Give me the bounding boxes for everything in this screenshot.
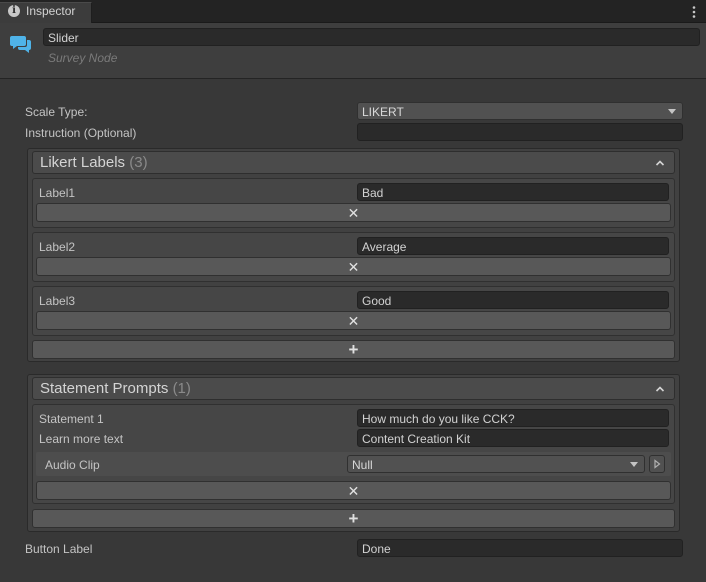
close-icon: ✕ — [347, 312, 360, 329]
node-type-subtitle: Survey Node — [48, 51, 118, 65]
likert-labels-count: (3) — [129, 154, 148, 171]
statement-prompts-title: Statement Prompts (1) — [40, 380, 191, 397]
more-options-icon[interactable] — [690, 5, 698, 19]
learn-more-field[interactable]: Content Creation Kit — [357, 429, 669, 447]
statement-label: Statement 1 — [39, 412, 104, 426]
likert-item-label: Label2 — [39, 240, 76, 254]
play-audio-button[interactable] — [649, 455, 665, 473]
close-icon: ✕ — [347, 482, 360, 499]
likert-labels-title: Likert Labels (3) — [40, 154, 148, 171]
scale-type-dropdown[interactable]: LIKERT — [357, 102, 683, 120]
audio-clip-value: Null — [352, 458, 373, 472]
scale-type-value: LIKERT — [362, 105, 404, 119]
remove-label-button[interactable]: ✕ — [36, 257, 671, 276]
remove-label-button[interactable]: ✕ — [36, 203, 671, 222]
chevron-down-icon — [668, 109, 676, 114]
audio-clip-field[interactable]: Null — [347, 455, 645, 473]
add-statement-button[interactable]: + — [32, 509, 675, 528]
audio-clip-label: Audio Clip — [45, 458, 100, 472]
tab-bar — [0, 0, 706, 23]
node-name-field[interactable]: Slider — [43, 28, 700, 46]
chevron-up-icon[interactable] — [655, 383, 665, 393]
remove-label-button[interactable]: ✕ — [36, 311, 671, 330]
likert-item-field[interactable]: Average — [357, 237, 669, 255]
add-label-button[interactable]: + — [32, 340, 675, 359]
statement-field[interactable]: How much do you like CCK? — [357, 409, 669, 427]
likert-item-label: Label3 — [39, 294, 76, 308]
close-icon: ✕ — [347, 258, 360, 275]
close-icon: ✕ — [347, 204, 360, 221]
play-icon — [654, 459, 661, 469]
button-label-field[interactable]: Done — [357, 539, 683, 557]
remove-statement-button[interactable]: ✕ — [36, 481, 671, 500]
likert-item-label: Label1 — [39, 186, 76, 200]
plus-icon: + — [348, 508, 359, 528]
likert-item-field[interactable]: Good — [357, 291, 669, 309]
plus-icon: + — [348, 339, 359, 359]
chat-bubbles-icon — [10, 34, 32, 54]
likert-item-field[interactable]: Bad — [357, 183, 669, 201]
instruction-field[interactable] — [357, 123, 683, 141]
tab-inspector-label: Inspector — [26, 4, 76, 18]
button-label-label: Button Label — [25, 542, 93, 556]
instruction-label: Instruction (Optional) — [25, 126, 137, 140]
info-icon: i — [8, 5, 20, 17]
statement-prompts-count: (1) — [172, 380, 191, 397]
chevron-down-icon — [630, 462, 638, 467]
learn-more-label: Learn more text — [39, 432, 124, 446]
chevron-up-icon[interactable] — [655, 157, 665, 167]
scale-type-label: Scale Type: — [25, 105, 88, 119]
